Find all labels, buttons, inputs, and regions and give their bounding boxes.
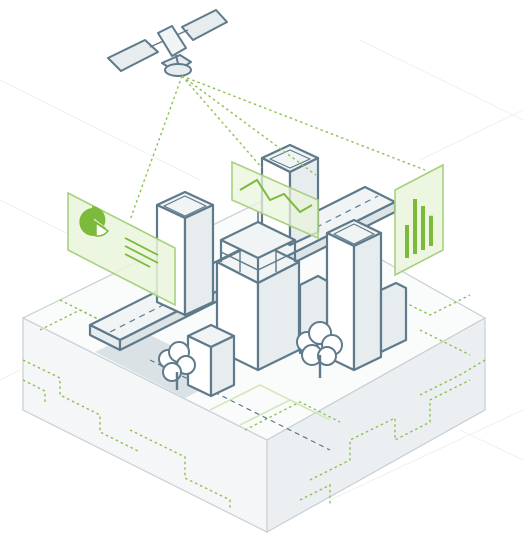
bar-chart-bar	[421, 206, 425, 250]
bar-chart-bar	[413, 199, 417, 254]
bar-chart-bar	[405, 225, 409, 258]
satellite-icon	[107, 9, 228, 77]
smart-city-illustration	[0, 9, 523, 534]
bar-chart-bar	[429, 215, 433, 246]
bar-chart-panel	[394, 163, 444, 277]
